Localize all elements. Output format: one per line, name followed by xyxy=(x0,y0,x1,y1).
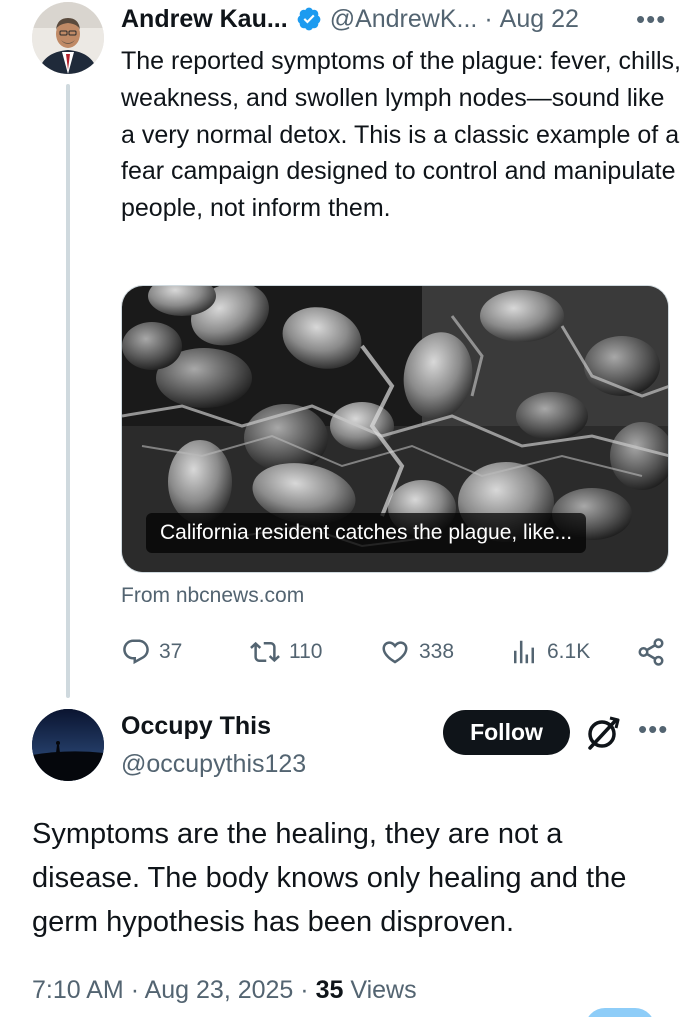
avatar-photo-icon xyxy=(32,2,104,74)
repost-icon xyxy=(250,641,280,663)
reply-icon xyxy=(123,639,149,665)
tweet-date[interactable]: Aug 22 xyxy=(500,5,579,34)
verified-badge-icon[interactable] xyxy=(296,6,322,32)
compose-fab-button[interactable] xyxy=(585,1008,655,1017)
share-icon xyxy=(638,638,664,666)
avatar-night-silhouette-icon xyxy=(32,709,104,781)
meta-separator: · xyxy=(300,976,309,1004)
reply-time[interactable]: 7:10 AM xyxy=(32,976,124,1004)
views-button[interactable]: 6.1K xyxy=(509,634,590,670)
reply-author-avatar[interactable] xyxy=(32,709,104,781)
reply-date[interactable]: Aug 23, 2025 xyxy=(145,976,294,1004)
meta-separator: · xyxy=(130,976,140,1004)
card-source[interactable]: From nbcnews.com xyxy=(121,584,304,608)
tweet-actions-bar: 37 110 338 6.1K xyxy=(0,634,700,670)
repost-button[interactable]: 110 xyxy=(249,634,322,670)
heart-icon xyxy=(382,641,408,664)
reply-text: Symptoms are the healing, they are not a… xyxy=(32,818,627,938)
author-avatar[interactable] xyxy=(32,2,104,74)
thread-connector-line xyxy=(66,84,70,698)
more-options-icon[interactable]: ••• xyxy=(636,4,666,35)
link-card[interactable]: California resident catches the plague, … xyxy=(121,285,669,573)
reply-author-handle[interactable]: @occupythis123 xyxy=(121,750,306,779)
card-caption: California resident catches the plague, … xyxy=(146,513,587,553)
share-button[interactable] xyxy=(636,634,674,670)
views-chart-icon xyxy=(514,640,534,664)
repost-count: 110 xyxy=(289,640,323,663)
reply-button[interactable]: 37 xyxy=(121,634,182,670)
separator-dot: · xyxy=(484,4,493,33)
reply-count: 37 xyxy=(159,640,183,663)
reply-more-options-icon[interactable]: ••• xyxy=(638,714,668,745)
author-name[interactable]: Andrew Kau... xyxy=(121,5,288,34)
views-count: 6.1K xyxy=(547,640,591,663)
reply-author-name[interactable]: Occupy This xyxy=(121,712,271,741)
follow-button[interactable]: Follow xyxy=(443,710,570,755)
like-count: 338 xyxy=(419,640,455,663)
tweet-text: The reported symptoms of the plague: fev… xyxy=(121,47,681,223)
reply-metadata: 7:10 AM · Aug 23, 2025 · 35 Views xyxy=(32,976,417,1005)
grok-icon[interactable] xyxy=(584,714,622,752)
tweet-header: Andrew Kau... @AndrewK... · Aug 22 xyxy=(121,2,579,36)
author-handle[interactable]: @AndrewK... xyxy=(330,5,478,34)
reply-views-label: Views xyxy=(350,976,417,1004)
reply-views-count: 35 xyxy=(315,976,344,1004)
like-button[interactable]: 338 xyxy=(379,634,454,670)
